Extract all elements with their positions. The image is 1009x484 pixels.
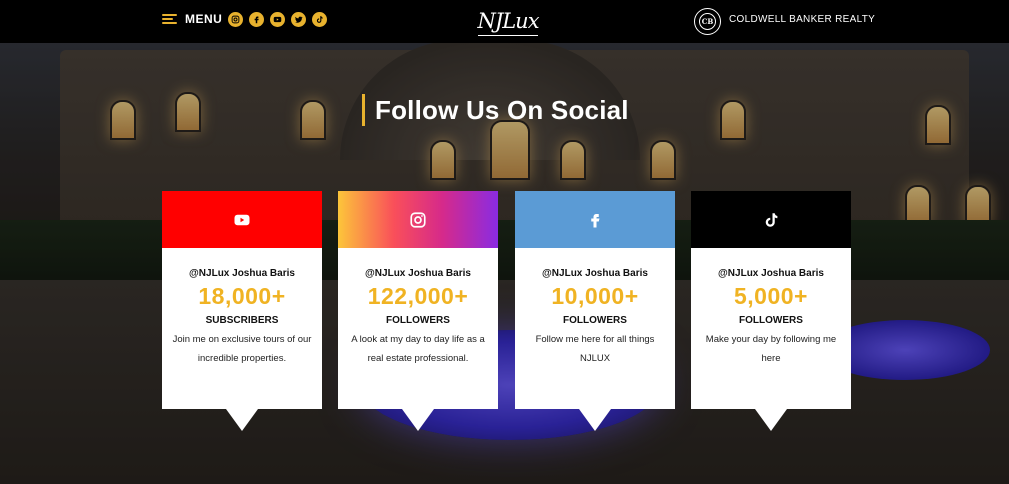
section-heading: Follow Us On Social [362,94,629,126]
card-header [162,191,322,248]
card-header [515,191,675,248]
youtube-icon[interactable] [270,12,285,27]
header-social-links [228,12,327,27]
card-pointer [579,409,611,431]
card-count-label: FOLLOWERS [563,315,627,326]
twitter-icon[interactable] [291,12,306,27]
card-pointer [755,409,787,431]
card-header [338,191,498,248]
instagram-icon[interactable] [228,12,243,27]
title-accent-bar [362,94,365,126]
card-handle: @NJLux Joshua Baris [718,268,824,279]
card-description: Make your day by following me here [705,334,837,364]
partner-name[interactable]: COLDWELL BANKER REALTY [729,14,875,25]
youtube-icon [234,214,250,225]
card-count: 10,000+ [551,283,639,309]
menu-button[interactable]: MENU [162,12,222,26]
background-house-photo [0,0,1009,484]
card-pointer [402,409,434,431]
hamburger-icon [162,14,177,24]
card-header [691,191,851,248]
dark-overlay [0,0,1009,484]
instagram-icon [410,211,426,228]
menu-label: MENU [185,12,223,26]
card-count-label: FOLLOWERS [739,315,803,326]
youtube-card[interactable]: @NJLux Joshua Baris 18,000+ SUBSCRIBERS … [162,191,322,431]
card-count-label: FOLLOWERS [386,315,450,326]
coldwell-banker-logo-icon[interactable]: CB [694,8,721,35]
card-handle: @NJLux Joshua Baris [542,268,648,279]
cb-monogram: CB [699,13,716,30]
tiktok-card[interactable]: @NJLux Joshua Baris 5,000+ FOLLOWERS Mak… [691,191,851,431]
instagram-card[interactable]: @NJLux Joshua Baris 122,000+ FOLLOWERS A… [338,191,498,431]
card-count: 122,000+ [367,283,469,309]
facebook-icon [591,213,600,227]
page-title: Follow Us On Social [375,94,629,125]
card-handle: @NJLux Joshua Baris [189,268,295,279]
facebook-icon[interactable] [249,12,264,27]
card-count-label: SUBSCRIBERS [205,315,279,326]
tiktok-icon [765,212,778,227]
card-description: A look at my day to day life as a real e… [351,334,485,364]
facebook-card[interactable]: @NJLux Joshua Baris 10,000+ FOLLOWERS Fo… [515,191,675,431]
card-handle: @NJLux Joshua Baris [365,268,471,279]
card-count: 5,000+ [734,283,808,309]
card-count: 18,000+ [198,283,286,309]
card-description: Follow me here for all things NJLUX [535,334,655,364]
card-description: Join me on exclusive tours of our incred… [172,334,312,364]
site-header: MENU NJLux CB COLDWELL BANKER REALTY [0,0,1009,43]
card-pointer [226,409,258,431]
tiktok-icon[interactable] [312,12,327,27]
njlux-logo[interactable]: NJLux [470,6,546,38]
